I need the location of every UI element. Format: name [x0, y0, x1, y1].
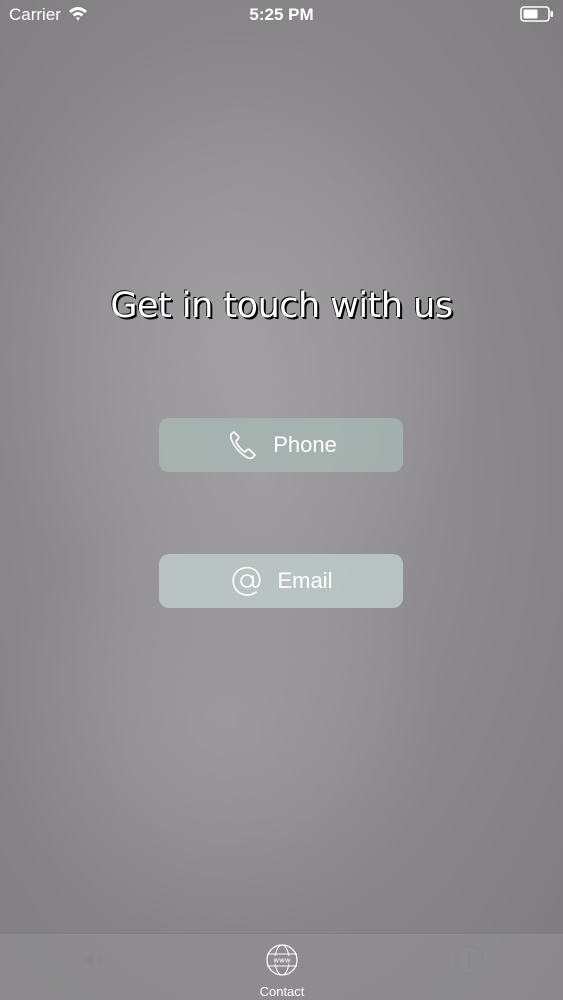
globe-www-icon: www: [266, 944, 298, 976]
phone-icon: [225, 427, 261, 463]
phone-button[interactable]: Phone: [159, 418, 403, 472]
tab-label-about: About: [452, 984, 486, 999]
tab-aleas-radio[interactable]: Aleas Radio: [0, 934, 188, 1000]
tab-contact[interactable]: www Contact: [188, 934, 376, 1000]
contact-screen: Carrier 5:25 PM Get in touch with us Pho…: [0, 0, 563, 1000]
status-bar: Carrier 5:25 PM: [0, 0, 563, 30]
at-sign-icon: [229, 563, 265, 599]
svg-text:www: www: [273, 957, 290, 965]
tab-label-contact: Contact: [259, 984, 305, 999]
phone-button-label: Phone: [273, 432, 337, 457]
info-icon: [454, 945, 484, 975]
battery-icon: [520, 6, 553, 22]
status-time: 5:25 PM: [249, 5, 314, 24]
tab-label-aleas-radio: Aleas Radio: [58, 984, 130, 999]
email-button[interactable]: Email: [159, 554, 403, 608]
speaker-icon: [84, 949, 103, 971]
page-title: Get in touch with us: [110, 286, 453, 326]
email-button-label: Email: [277, 568, 333, 593]
tab-about[interactable]: About: [375, 934, 563, 1000]
tab-bar: Aleas Radio www Contact About: [0, 933, 563, 1000]
